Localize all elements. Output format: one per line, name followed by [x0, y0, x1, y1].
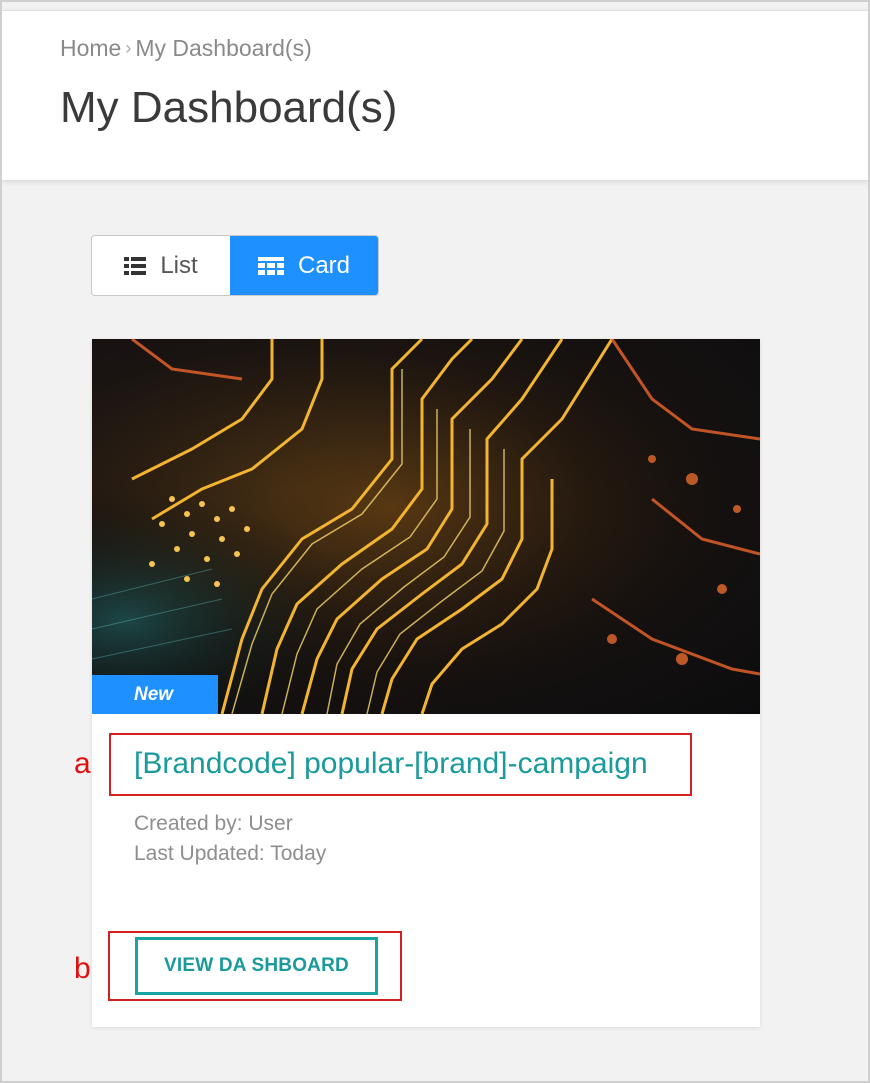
card-view-button[interactable]: Card	[230, 236, 378, 295]
view-toggle: List Card	[91, 235, 379, 296]
new-badge: New	[92, 675, 218, 714]
page-header: Home › My Dashboard(s) My Dashboard(s)	[2, 10, 868, 180]
card-view-label: Card	[297, 251, 351, 279]
breadcrumb: Home › My Dashboard(s)	[60, 35, 312, 62]
breadcrumb-home-link[interactable]: Home	[60, 35, 121, 62]
circuit-board-image: New	[92, 339, 760, 714]
list-view-label: List	[160, 251, 198, 279]
list-icon	[124, 256, 147, 275]
page-title: My Dashboard(s)	[60, 83, 398, 132]
chevron-right-icon: ›	[125, 38, 132, 58]
last-updated-text: Last Updated: Today	[134, 842, 327, 865]
annotation-label-b: b	[74, 952, 91, 985]
breadcrumb-current: My Dashboard(s)	[135, 35, 312, 61]
annotation-box-b	[108, 931, 402, 1001]
annotation-label-a: a	[74, 747, 91, 780]
card-meta: Created by: User Last Updated: Today	[134, 809, 326, 869]
dashboard-card: New [Brandcode] popular-[brand]-campaign…	[92, 339, 760, 1027]
annotation-box-a	[109, 733, 692, 796]
list-view-button[interactable]: List	[92, 236, 230, 295]
created-by-text: Created by: User	[134, 812, 293, 835]
page-frame: Home › My Dashboard(s) My Dashboard(s) L…	[0, 0, 870, 1083]
table-grid-icon	[257, 256, 284, 275]
